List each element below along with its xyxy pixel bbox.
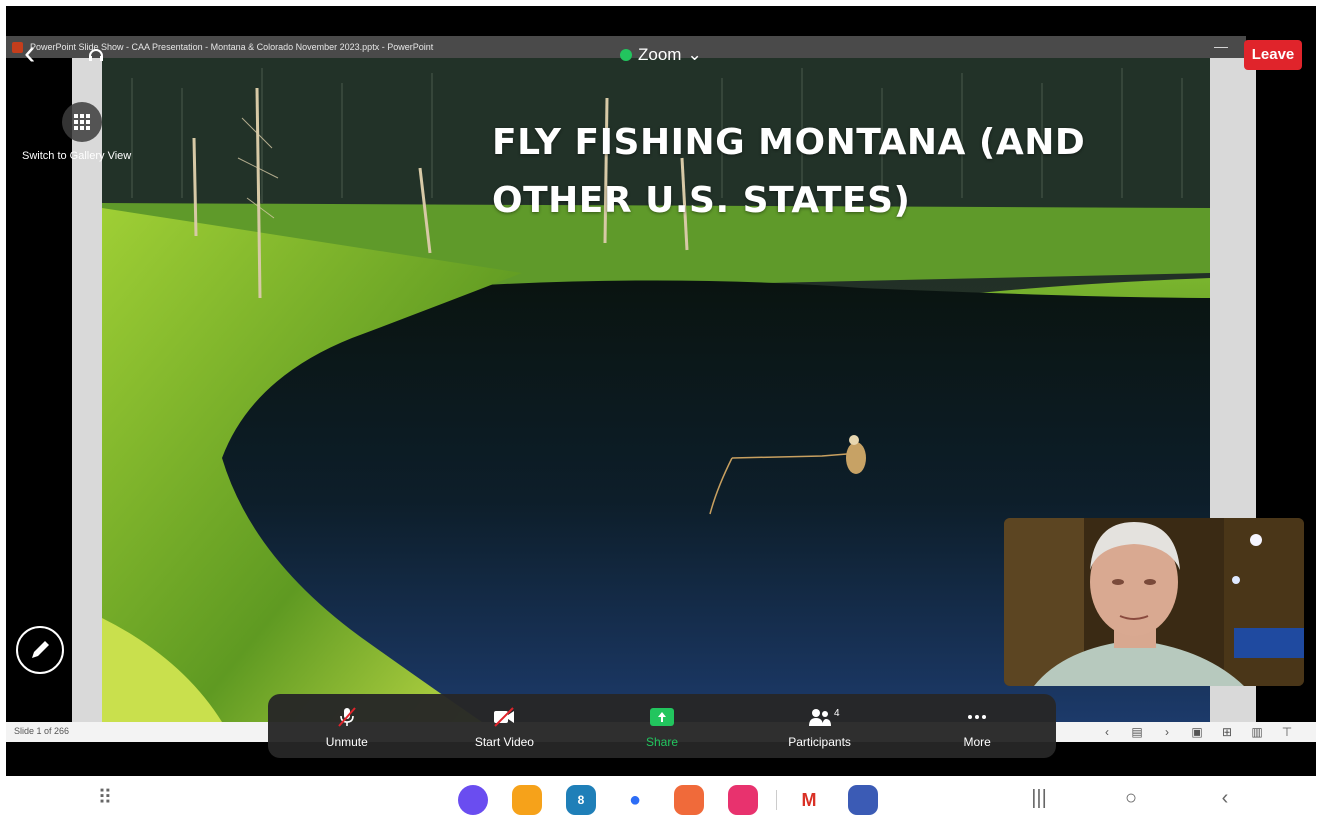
notes-view-icon[interactable]: ▣ [1188,724,1206,740]
android-screen: PowerPoint Slide Show - CAA Presentation… [0,0,1318,815]
unmute-button[interactable]: Unmute [268,694,426,758]
share-button[interactable]: Share [583,694,741,758]
contacts-icon[interactable] [674,785,704,815]
microphone-muted-icon [338,707,356,727]
gallery-view-button[interactable] [62,102,102,142]
gmail-icon[interactable]: M [794,785,824,815]
powerpoint-icon [12,42,23,53]
grid-view-icon[interactable]: ⊞ [1218,724,1236,740]
recent-apps-icon[interactable]: ||| [1024,786,1054,810]
meeting-title[interactable]: Zoom ⌄ [620,44,702,66]
participants-button[interactable]: Participants [741,694,899,758]
back-chevron-icon[interactable]: ‹ [24,36,54,70]
slide-sorter-icon[interactable]: ▤ [1128,724,1146,740]
back-icon[interactable]: ‹ [1210,786,1240,810]
more-label: More [963,735,991,749]
calendar-icon[interactable]: 8 [566,785,596,815]
files-icon[interactable] [512,785,542,815]
participants-count: 4 [834,708,840,719]
app-drawer-icon[interactable]: ⠿ [90,786,120,810]
meeting-toolbar: Unmute Start Video Share Participants Mo… [268,694,1056,758]
chevron-down-icon: ⌄ [687,45,702,64]
video-off-icon [494,707,515,727]
start-video-button[interactable]: Start Video [426,694,584,758]
pencil-icon [32,641,49,658]
presenter-view-icon[interactable]: ⊤ [1278,724,1296,740]
dock-divider [776,790,777,810]
slide-counter: Slide 1 of 266 [14,726,70,736]
reading-view-icon[interactable]: ▥ [1248,724,1266,740]
grid-icon [74,114,90,130]
slide-title: FLY FISHING MONTANA (AND OTHER U.S. STAT… [492,122,1086,221]
more-button[interactable]: More [898,694,1056,758]
messages-icon[interactable]: ● [620,785,650,815]
annotate-button[interactable] [16,626,64,674]
share-screen-icon [649,708,674,726]
meeting-title-label: Zoom [638,45,682,64]
headphones-icon[interactable] [86,44,106,64]
share-label: Share [645,735,678,749]
more-dots-icon [968,715,987,719]
camera-icon[interactable] [728,785,758,815]
next-slide-icon[interactable]: › [1158,724,1176,740]
participants-label: Participants [788,735,851,749]
unmute-label: Unmute [325,735,368,749]
home-icon[interactable]: ○ [1116,786,1146,810]
minimize-icon: — [1214,38,1228,54]
self-video-thumbnail[interactable] [1004,518,1304,686]
settings-icon[interactable] [848,785,878,815]
previous-slide-icon[interactable]: ‹ [1098,724,1116,740]
ppt-view-controls: ‹ ▤ › ▣ ⊞ ▥ ⊤ [1098,724,1296,740]
participants-icon [808,709,831,726]
encryption-shield-icon [620,49,632,61]
participant-video [1004,518,1304,686]
gallery-view-label: Switch to Gallery View [22,150,132,162]
start-video-label: Start Video [474,735,534,749]
leave-button[interactable]: Leave [1244,40,1302,70]
internet-icon[interactable] [458,785,488,815]
